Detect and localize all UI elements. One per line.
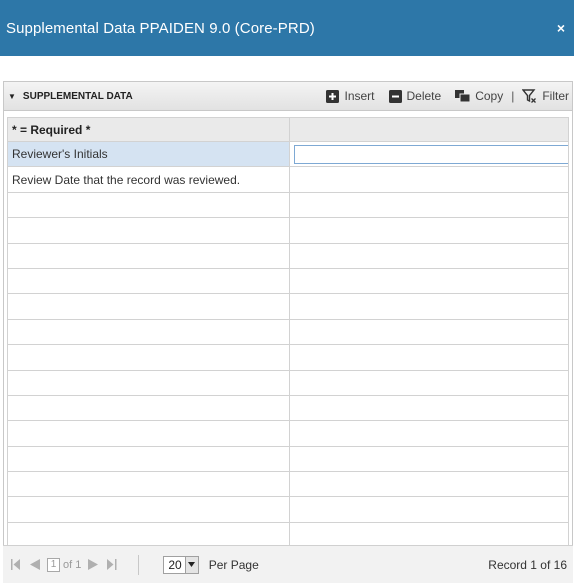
table-row-empty bbox=[7, 318, 569, 346]
per-page-label: Per Page bbox=[208, 557, 259, 572]
row-value-cell[interactable] bbox=[289, 166, 569, 193]
table-row-empty bbox=[7, 242, 569, 269]
table-row-empty bbox=[7, 445, 569, 473]
empty-label-cell bbox=[7, 521, 290, 549]
table-row-empty bbox=[7, 191, 569, 219]
copy-icon bbox=[455, 90, 471, 102]
reviewer-initials-input[interactable] bbox=[294, 144, 568, 164]
table-row[interactable]: Reviewer's Initials bbox=[7, 140, 569, 168]
supplemental-data-panel: ▼ SUPPLEMENTAL DATA Insert Delete Copy |… bbox=[3, 81, 573, 583]
row-value-cell[interactable] bbox=[289, 140, 569, 168]
empty-label-cell bbox=[7, 420, 290, 447]
table-row-empty bbox=[7, 394, 569, 422]
table-row-empty bbox=[7, 471, 569, 498]
empty-label-cell bbox=[7, 344, 290, 371]
empty-label-cell bbox=[7, 445, 290, 473]
empty-value-cell bbox=[289, 394, 569, 422]
toolbar-separator: | bbox=[511, 89, 515, 103]
table-row-empty bbox=[7, 344, 569, 371]
empty-value-cell bbox=[289, 344, 569, 371]
table-row-empty bbox=[7, 293, 569, 320]
empty-value-cell bbox=[289, 267, 569, 295]
copy-label: Copy bbox=[475, 89, 504, 103]
plus-square-icon bbox=[326, 89, 340, 103]
chevron-down-icon[interactable] bbox=[184, 556, 198, 573]
empty-label-cell bbox=[7, 318, 290, 346]
empty-value-cell bbox=[289, 293, 569, 320]
table-row-empty bbox=[7, 369, 569, 396]
first-page-icon[interactable] bbox=[11, 559, 21, 570]
table-row-empty bbox=[7, 496, 569, 523]
record-count: Record 1 of 16 bbox=[488, 557, 567, 572]
empty-label-cell bbox=[7, 191, 290, 219]
table-header-row: * = Required * bbox=[7, 117, 569, 142]
empty-value-cell bbox=[289, 445, 569, 473]
empty-label-cell bbox=[7, 242, 290, 269]
value-header bbox=[289, 117, 569, 142]
delete-label: Delete bbox=[406, 89, 442, 103]
table-row-empty bbox=[7, 521, 569, 549]
insert-button[interactable]: Insert bbox=[326, 89, 375, 103]
empty-label-cell bbox=[7, 369, 290, 396]
close-icon[interactable]: × bbox=[554, 20, 568, 36]
supplemental-data-grid: * = Required * Reviewer's Initials Revie… bbox=[7, 117, 569, 574]
page-number-input[interactable]: 1 bbox=[47, 557, 60, 572]
page-count-label: of 1 bbox=[63, 558, 82, 571]
page-size-value: 20 bbox=[168, 557, 182, 572]
dialog-titlebar: Supplemental Data PPAIDEN 9.0 (Core-PRD)… bbox=[0, 0, 574, 56]
pagination-bar: 1 of 1 20 Per Page Record 1 of 16 bbox=[3, 545, 573, 583]
filter-label: Filter bbox=[542, 89, 569, 103]
empty-label-cell bbox=[7, 394, 290, 422]
empty-value-cell bbox=[289, 420, 569, 447]
row-label: Review Date that the record was reviewed… bbox=[7, 166, 290, 193]
empty-label-cell bbox=[7, 267, 290, 295]
empty-label-cell bbox=[7, 293, 290, 320]
filter-button[interactable]: Filter bbox=[522, 89, 569, 103]
previous-page-icon[interactable] bbox=[28, 559, 40, 570]
row-label: Reviewer's Initials bbox=[7, 140, 290, 168]
collapse-triangle-icon[interactable]: ▼ bbox=[8, 92, 16, 101]
dialog-title: Supplemental Data PPAIDEN 9.0 (Core-PRD) bbox=[6, 19, 315, 37]
grid-actions: Insert Delete Copy | Filter bbox=[326, 89, 569, 103]
filter-icon bbox=[522, 89, 537, 103]
empty-label-cell bbox=[7, 496, 290, 523]
section-header[interactable]: ▼ SUPPLEMENTAL DATA bbox=[8, 91, 133, 102]
empty-value-cell bbox=[289, 521, 569, 549]
empty-value-cell bbox=[289, 471, 569, 498]
empty-label-cell bbox=[7, 471, 290, 498]
empty-label-cell bbox=[7, 217, 290, 244]
empty-value-cell bbox=[289, 191, 569, 219]
empty-value-cell bbox=[289, 369, 569, 396]
required-header: * = Required * bbox=[7, 117, 290, 142]
empty-value-cell bbox=[289, 496, 569, 523]
section-toolbar: ▼ SUPPLEMENTAL DATA Insert Delete Copy |… bbox=[4, 82, 572, 111]
next-page-icon[interactable] bbox=[88, 559, 100, 570]
empty-value-cell bbox=[289, 318, 569, 346]
pager-divider bbox=[138, 554, 140, 575]
table-row[interactable]: Review Date that the record was reviewed… bbox=[7, 166, 569, 193]
per-page-control: 20 Per Page bbox=[163, 555, 259, 574]
empty-value-cell bbox=[289, 217, 569, 244]
table-row-empty bbox=[7, 420, 569, 447]
insert-label: Insert bbox=[344, 89, 375, 103]
page-size-select[interactable]: 20 bbox=[163, 555, 199, 574]
section-title: SUPPLEMENTAL DATA bbox=[22, 90, 133, 102]
data-table: * = Required * Reviewer's Initials Revie… bbox=[7, 117, 569, 574]
table-row-empty bbox=[7, 267, 569, 295]
delete-button[interactable]: Delete bbox=[388, 89, 442, 103]
minus-square-icon bbox=[388, 89, 402, 103]
empty-value-cell bbox=[289, 242, 569, 269]
copy-button[interactable]: Copy bbox=[455, 89, 503, 103]
table-row-empty bbox=[7, 217, 569, 244]
last-page-icon[interactable] bbox=[107, 559, 117, 570]
